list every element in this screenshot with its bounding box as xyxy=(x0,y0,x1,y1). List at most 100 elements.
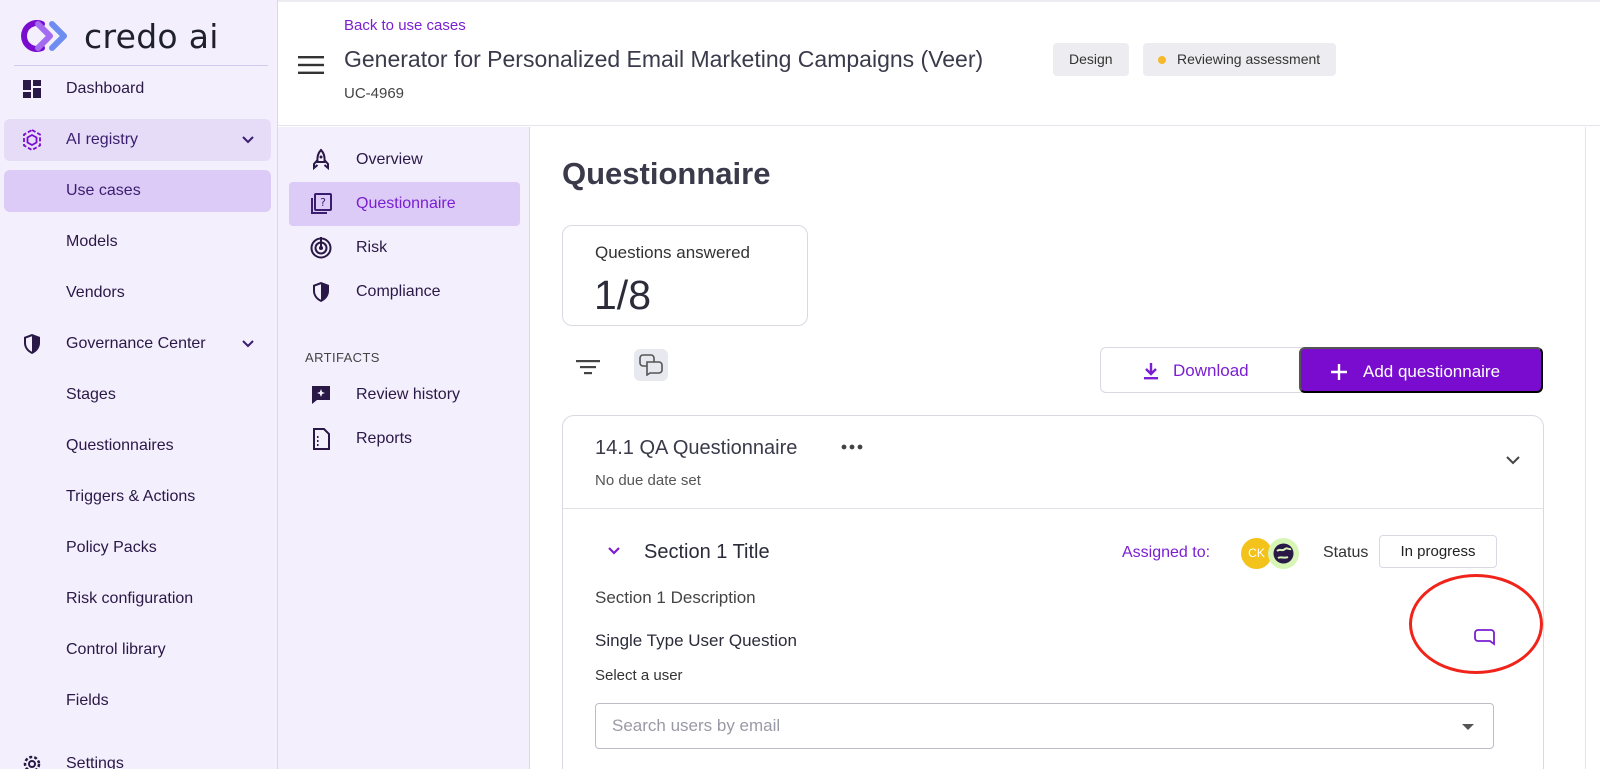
gear-icon xyxy=(23,755,41,769)
sidebar-item-settings[interactable]: Settings xyxy=(4,731,271,769)
ai-registry-icon xyxy=(23,128,41,152)
chevron-down-icon[interactable] xyxy=(239,131,257,149)
review-history-icon xyxy=(312,386,330,404)
globe-avatar-icon xyxy=(1273,543,1294,564)
sidebar-item-models[interactable]: Models xyxy=(4,221,271,263)
sidebar-item-questionnaires[interactable]: Questionnaires xyxy=(4,425,271,467)
subnav-item-questionnaire[interactable]: ? Questionnaire xyxy=(289,182,520,226)
sidebar-item-label: Use cases xyxy=(66,182,141,199)
shield-icon xyxy=(313,282,329,302)
page-header: Back to use cases Generator for Personal… xyxy=(278,0,1600,126)
svg-text:?: ? xyxy=(320,196,326,209)
subnav-item-overview[interactable]: Overview xyxy=(289,138,520,182)
sidebar-item-governance-center[interactable]: Governance Center xyxy=(4,323,271,365)
shield-icon xyxy=(24,334,40,354)
sidebar-item-risk-configuration[interactable]: Risk configuration xyxy=(4,578,271,620)
dropdown-arrow-icon[interactable] xyxy=(1462,724,1474,730)
sidebar-divider xyxy=(14,65,268,66)
sidebar-item-label: Settings xyxy=(66,755,124,769)
subnav-item-label: Questionnaire xyxy=(356,195,456,212)
use-case-subnav: Overview ? Questionnaire Risk Compliance… xyxy=(278,127,530,769)
sidebar-item-dashboard[interactable]: Dashboard xyxy=(4,68,271,110)
sidebar-item-label: Fields xyxy=(66,692,109,709)
sidebar-item-label: Risk configuration xyxy=(66,590,194,607)
sidebar-item-fields[interactable]: Fields xyxy=(4,680,271,722)
section-description: Section 1 Description xyxy=(595,588,756,607)
sidebar-item-use-cases[interactable]: Use cases xyxy=(4,170,271,212)
subnav-item-label: Reports xyxy=(356,430,413,447)
questions-answered-card: Questions answered 1/8 xyxy=(562,225,808,326)
main-content: Questionnaire Questions answered 1/8 Dow… xyxy=(531,127,1586,769)
sidebar-item-stages[interactable]: Stages xyxy=(4,374,271,416)
brand-logo[interactable]: credo ai xyxy=(14,16,219,56)
subnav-item-review-history[interactable]: Review history xyxy=(289,373,520,417)
stat-value: 1/8 xyxy=(594,272,651,318)
add-questionnaire-button[interactable]: Add questionnaire xyxy=(1299,347,1543,393)
plus-icon xyxy=(1331,364,1347,380)
subnav-item-label: Overview xyxy=(356,151,423,168)
credo-logo-icon xyxy=(21,20,67,52)
comments-icon xyxy=(639,354,663,376)
due-date-text: No due date set xyxy=(595,472,701,489)
sidebar-item-label: Policy Packs xyxy=(66,539,157,556)
questionnaire-card: 14.1 QA Questionnaire No due date set Se… xyxy=(562,415,1544,769)
subnav-item-risk[interactable]: Risk xyxy=(289,226,520,270)
filter-icon[interactable] xyxy=(574,353,602,381)
sidebar-item-policy-packs[interactable]: Policy Packs xyxy=(4,527,271,569)
artifacts-heading: ARTIFACTS xyxy=(305,350,380,365)
status-label: Status xyxy=(1323,544,1369,561)
stage-badge: Design xyxy=(1053,43,1129,76)
page-title: Generator for Personalized Email Marketi… xyxy=(344,46,984,72)
reports-icon xyxy=(313,428,330,450)
sidebar-item-vendors[interactable]: Vendors xyxy=(4,272,271,314)
add-questionnaire-label: Add questionnaire xyxy=(1363,362,1501,381)
brand-wordmark: credo ai xyxy=(84,16,219,56)
sidebar-item-label: Control library xyxy=(66,641,166,658)
chevron-down-icon[interactable] xyxy=(239,335,257,353)
card-divider xyxy=(563,508,1543,509)
sidebar: credo ai Dashboard AI registry Use cases… xyxy=(0,0,278,769)
section-heading: Questionnaire xyxy=(562,156,771,191)
back-to-use-cases-link[interactable]: Back to use cases xyxy=(344,17,466,34)
target-icon xyxy=(310,237,332,259)
questionnaire-icon: ? xyxy=(311,193,332,214)
subnav-item-reports[interactable]: Reports xyxy=(289,417,520,461)
stat-label: Questions answered xyxy=(595,243,750,262)
sidebar-item-label: AI registry xyxy=(66,131,139,148)
sidebar-item-label: Models xyxy=(66,233,118,250)
chevron-down-icon[interactable] xyxy=(605,542,623,560)
sidebar-item-label: Vendors xyxy=(66,284,125,301)
menu-icon[interactable] xyxy=(298,54,324,76)
user-search-input[interactable] xyxy=(595,703,1494,749)
select-user-label: Select a user xyxy=(595,667,683,684)
assigned-to-label: Assigned to: xyxy=(1122,544,1211,561)
use-case-id: UC-4969 xyxy=(344,85,405,102)
download-button[interactable]: Download xyxy=(1100,347,1307,393)
subnav-item-compliance[interactable]: Compliance xyxy=(289,270,520,314)
sidebar-item-triggers-actions[interactable]: Triggers & Actions xyxy=(4,476,271,518)
chevron-down-icon[interactable] xyxy=(1503,450,1523,470)
highlight-annotation xyxy=(1409,574,1543,674)
comments-toggle-button[interactable] xyxy=(634,349,668,381)
subnav-item-label: Review history xyxy=(356,386,461,403)
section-title: Section 1 Title xyxy=(644,541,770,563)
rocket-icon xyxy=(313,148,329,171)
more-options-icon[interactable] xyxy=(840,440,864,454)
sidebar-item-control-library[interactable]: Control library xyxy=(4,629,271,671)
sidebar-item-ai-registry[interactable]: AI registry xyxy=(4,119,271,161)
sidebar-item-label: Dashboard xyxy=(66,80,145,97)
section-status-chip[interactable]: In progress xyxy=(1379,535,1497,568)
status-badge: Reviewing assessment xyxy=(1143,43,1337,76)
status-dot-icon xyxy=(1158,56,1166,64)
sidebar-item-label: Questionnaires xyxy=(66,437,174,454)
download-icon xyxy=(1144,363,1158,380)
question-title: Single Type User Question xyxy=(595,631,797,650)
sidebar-item-label: Stages xyxy=(66,386,116,403)
sidebar-item-label: Triggers & Actions xyxy=(66,488,196,505)
dashboard-icon xyxy=(23,80,41,98)
sidebar-item-label: Governance Center xyxy=(66,335,206,352)
status-badge-label: Reviewing assessment xyxy=(1177,51,1321,67)
download-button-label: Download xyxy=(1173,361,1249,380)
avatar[interactable] xyxy=(1268,538,1299,569)
subnav-item-label: Risk xyxy=(356,239,388,256)
